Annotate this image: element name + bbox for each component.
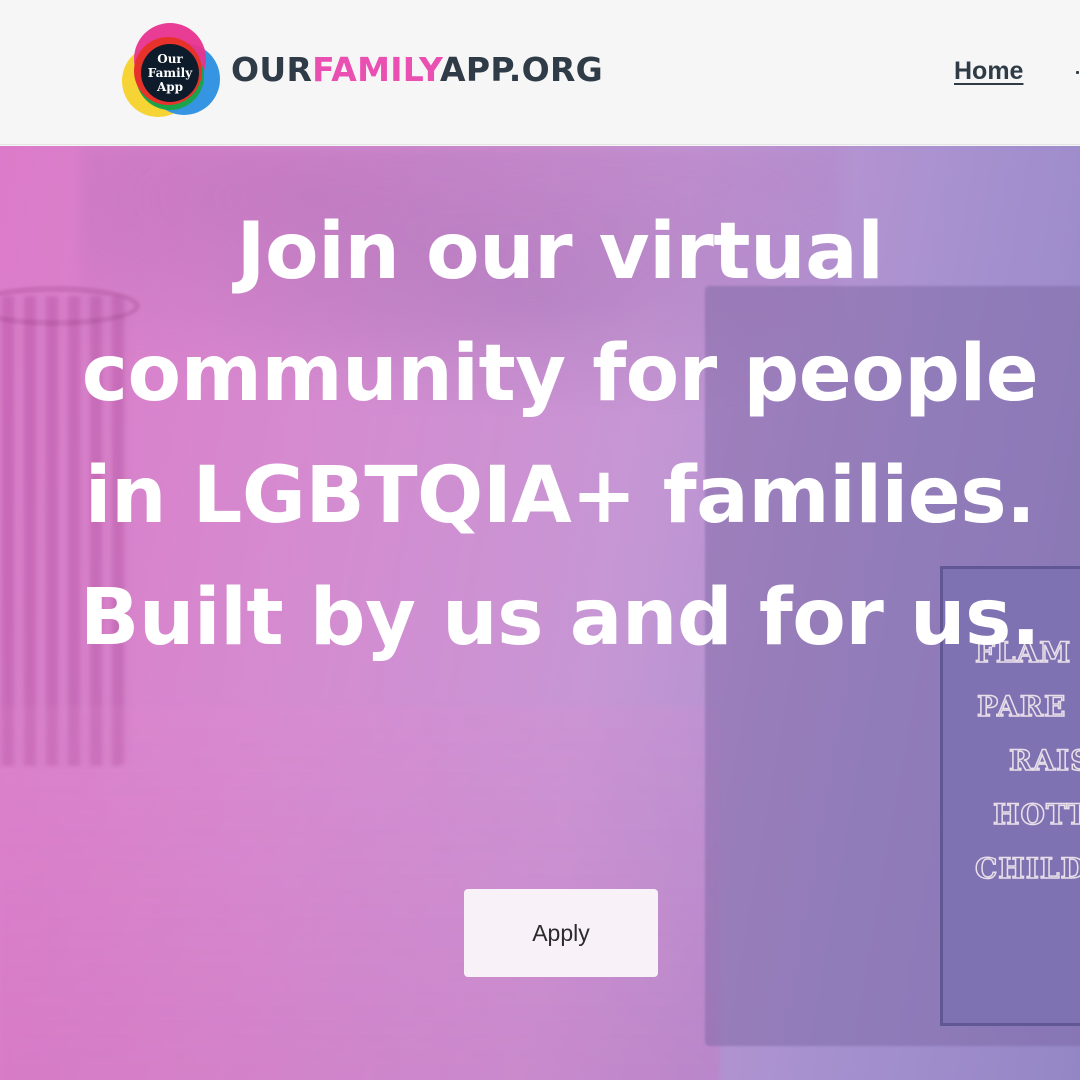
svg-text:App: App (156, 80, 183, 94)
hero-headline: Join our virtual community for people in… (79, 207, 1041, 663)
brand-part-app: APP.ORG (440, 50, 604, 89)
nav-next-item-clipped[interactable] (1072, 63, 1080, 83)
site-logo[interactable]: Our Family App (118, 21, 222, 122)
sign-line: RAIS (1008, 743, 1080, 778)
sign-line: PARE (976, 689, 1067, 724)
svg-text:Our: Our (157, 52, 183, 66)
brand-part-our: OUR (231, 50, 313, 89)
sign-line: HOTT (992, 797, 1080, 832)
site-brand-name[interactable]: OURFAMILYAPP.ORG (231, 50, 603, 89)
site-header: Our Family App OURFAMILYAPP.ORG Home (0, 0, 1080, 145)
svg-text:Family: Family (148, 66, 193, 80)
apply-button[interactable]: Apply (464, 889, 658, 977)
nav-home-link[interactable]: Home (954, 57, 1023, 86)
brand-part-family: FAMILY (312, 50, 441, 89)
hero-section: FLAM PARE RAIS HOTT CHILD Join our virtu… (0, 146, 1080, 1080)
sign-line: CHILD (974, 851, 1080, 886)
